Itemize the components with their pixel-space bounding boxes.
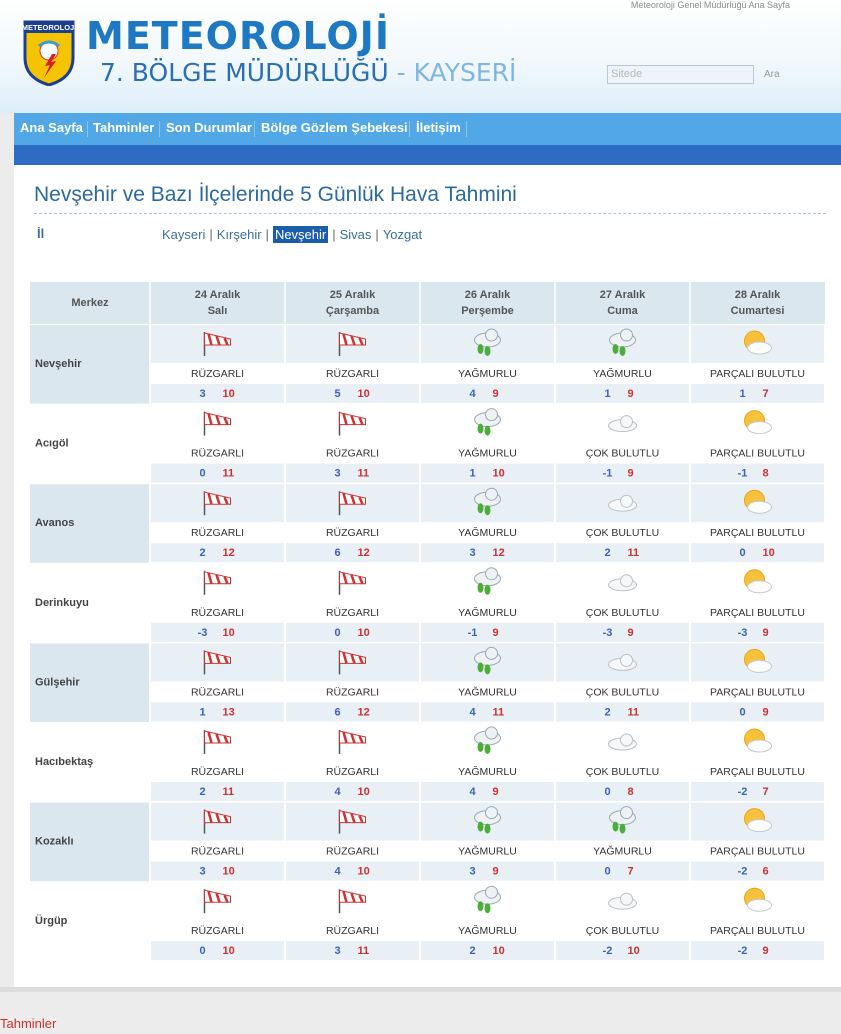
nav-item-latest[interactable]: Son Durumlar (166, 120, 252, 135)
logo-icon[interactable]: METEOROLOJİ (22, 20, 76, 86)
footer-divider (0, 987, 841, 992)
search-input[interactable]: Sitede (607, 65, 754, 84)
svg-text:METEOROLOJİ: METEOROLOJİ (22, 23, 76, 32)
nav-item-home[interactable]: Ana Sayfa (20, 120, 83, 135)
province-link-nevsehir[interactable]: Nevşehir (272, 226, 329, 243)
site-header: Meteoroloji Genel Müdürlüğü Ana Sayfa ME… (0, 0, 841, 113)
link-separator: | (375, 227, 379, 242)
nav-item-contact[interactable]: İletişim (416, 120, 461, 135)
province-link-yozgat[interactable]: Yozgat (383, 227, 422, 242)
link-separator: | (332, 227, 336, 242)
content-panel (14, 165, 841, 987)
nav-divider (87, 121, 88, 137)
nav-item-network[interactable]: Bölge Gözlem Şebekesi (261, 120, 408, 135)
brand-subtitle: 7. BÖLGE MÜDÜRLÜĞÜ - KAYSERİ (100, 58, 516, 87)
title-divider (34, 213, 826, 214)
brand-title: METEOROLOJİ (86, 14, 390, 58)
nav-divider (409, 121, 410, 137)
link-separator: | (265, 227, 269, 242)
sub-nav-bar (14, 145, 841, 165)
province-link-sivas[interactable]: Sivas (340, 227, 372, 242)
main-nav: Ana Sayfa Tahminler Son Durumlar Bölge G… (14, 113, 841, 145)
province-link-kayseri[interactable]: Kayseri (162, 227, 205, 242)
nav-divider (159, 121, 160, 137)
province-link-kirsehir[interactable]: Kırşehir (217, 227, 262, 242)
brand-separator: - (388, 58, 414, 87)
link-separator: | (209, 227, 213, 242)
nav-divider (466, 121, 467, 137)
brand-region: 7. BÖLGE MÜDÜRLÜĞÜ (100, 58, 389, 87)
nav-item-forecasts[interactable]: Tahminler (93, 120, 154, 135)
search-button[interactable]: Ara (764, 69, 780, 80)
province-label: İl (37, 226, 45, 241)
nav-divider (254, 121, 255, 137)
footer-tahminler-link[interactable]: Tahminler (0, 1016, 56, 1031)
province-links: Kayseri | Kırşehir | Nevşehir | Sivas | Yozgat (162, 226, 422, 243)
brand-city: KAYSERİ (413, 58, 517, 87)
page-title: Nevşehir ve Bazı İlçelerinde 5 Günlük Ha… (34, 183, 517, 206)
main-site-link[interactable]: Meteoroloji Genel Müdürlüğü Ana Sayfa (631, 0, 790, 10)
